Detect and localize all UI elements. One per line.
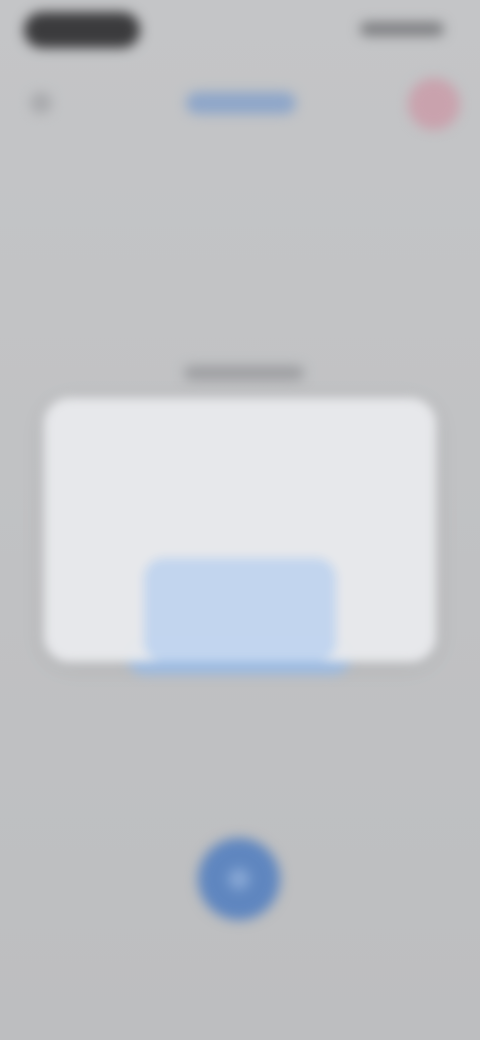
status-bar-time [24, 12, 140, 48]
nav-title [186, 92, 296, 114]
button-highlight [144, 558, 336, 662]
avatar-icon[interactable] [408, 78, 460, 130]
section-label [184, 366, 304, 380]
confirm-button[interactable] [368, 590, 396, 606]
status-indicators [360, 22, 444, 36]
back-icon[interactable] [30, 92, 52, 114]
record-button[interactable] [198, 838, 280, 920]
app-screen [0, 0, 480, 1040]
alert-dialog [44, 398, 436, 662]
dialog-actions [84, 590, 396, 606]
cancel-button[interactable] [84, 590, 112, 606]
microphone-icon [228, 868, 250, 890]
